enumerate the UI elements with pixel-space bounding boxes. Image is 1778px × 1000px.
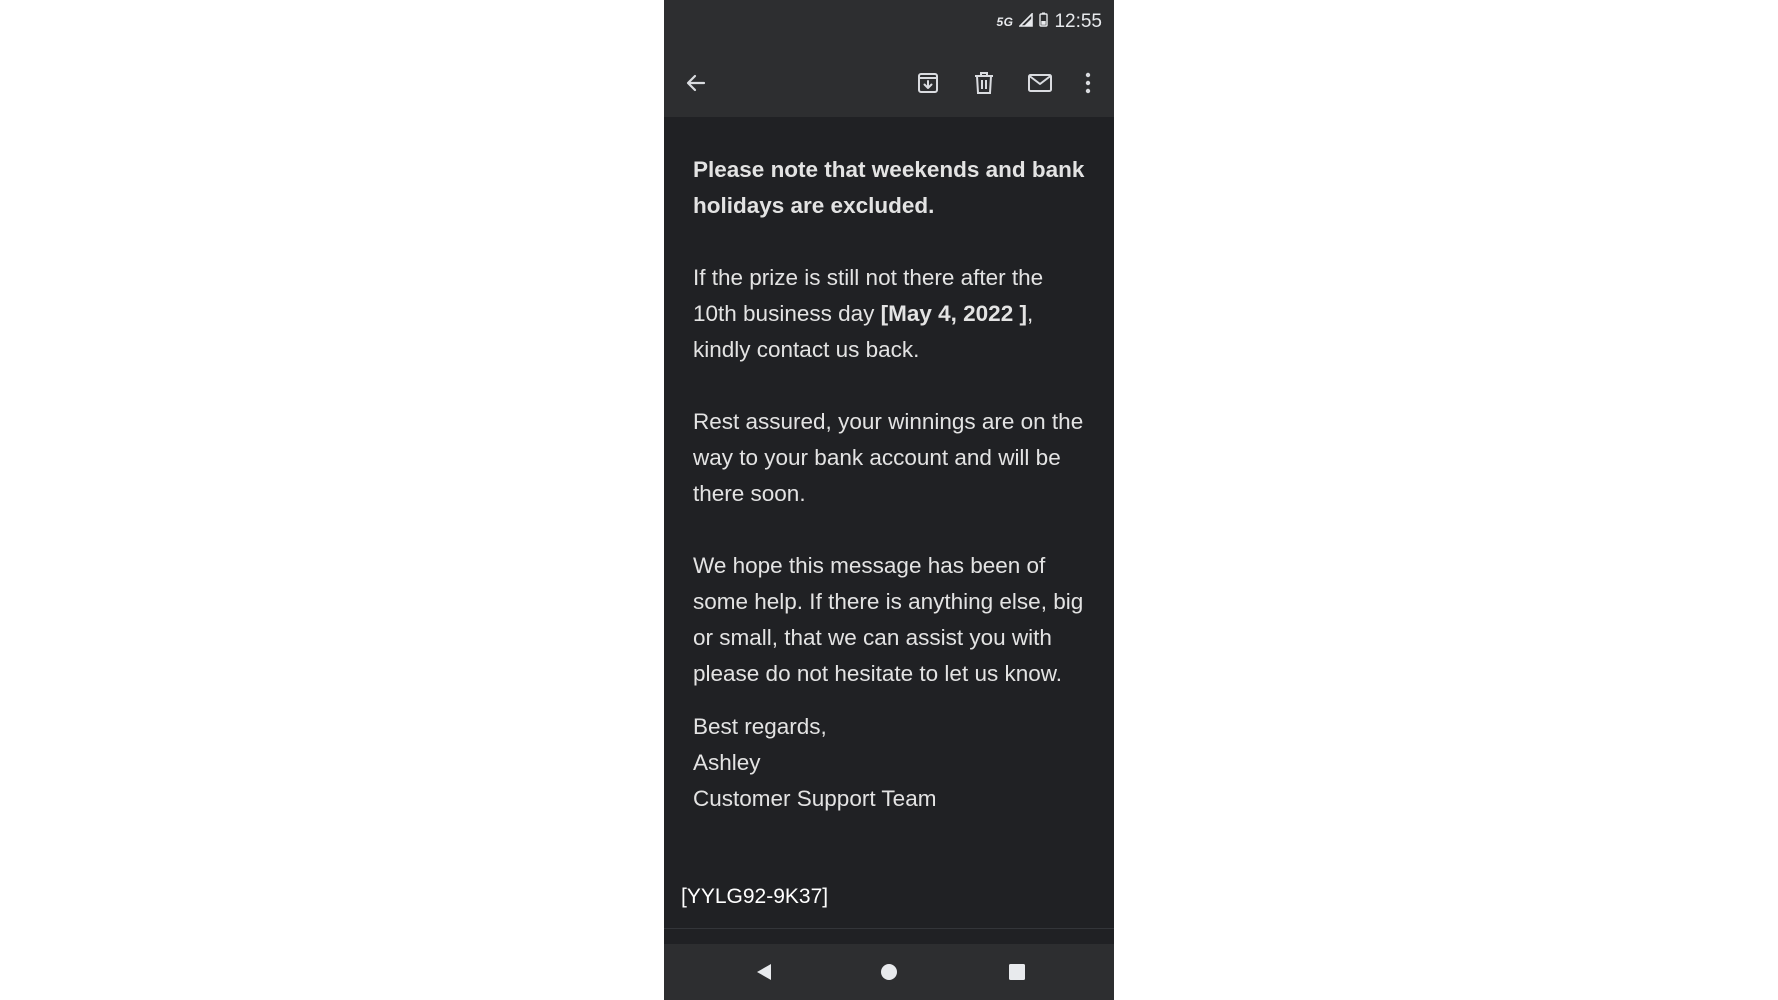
delete-button[interactable] xyxy=(968,67,1000,99)
email-signature-team: Customer Support Team xyxy=(693,786,937,811)
nav-back-button[interactable] xyxy=(748,956,780,988)
email-signoff: Best regards, xyxy=(693,714,827,739)
square-recents-icon xyxy=(1009,964,1025,980)
archive-button[interactable] xyxy=(912,67,944,99)
nav-home-button[interactable] xyxy=(873,956,905,988)
email-toolbar xyxy=(664,50,1114,117)
nav-recents-button[interactable] xyxy=(1001,956,1033,988)
prize-date: [May 4, 2022 ] xyxy=(880,301,1027,326)
more-vertical-icon xyxy=(1085,72,1091,94)
signal-icon xyxy=(1018,11,1034,33)
email-signature-name: Ashley xyxy=(693,750,761,775)
back-button[interactable] xyxy=(680,67,712,99)
arrow-left-icon xyxy=(686,74,706,92)
status-bar: 5G 12:55 xyxy=(664,0,1114,50)
circle-home-icon xyxy=(881,964,897,980)
clock: 12:55 xyxy=(1054,11,1102,32)
email-reference-code: [YYLG92-9K37] xyxy=(681,885,829,908)
system-nav-bar xyxy=(664,944,1114,1000)
email-paragraph-prize: If the prize is still not there after th… xyxy=(693,260,1093,368)
email-body: Please note that weekends and bank holid… xyxy=(693,152,1093,817)
trash-icon xyxy=(975,72,993,94)
mail-icon xyxy=(1028,74,1052,92)
phone-screen: 5G 12:55 Please note that weekends and b xyxy=(664,0,1114,1000)
network-type: 5G xyxy=(996,15,1014,29)
divider xyxy=(664,928,1114,929)
triangle-back-icon xyxy=(757,964,771,980)
archive-icon xyxy=(918,73,938,93)
battery-icon xyxy=(1039,11,1049,33)
email-paragraph-assurance: Rest assured, your winnings are on the w… xyxy=(693,409,1084,506)
status-indicators: 5G 12:55 xyxy=(996,11,1102,33)
mark-unread-button[interactable] xyxy=(1024,67,1056,99)
more-options-button[interactable] xyxy=(1072,67,1104,99)
email-paragraph-help: We hope this message has been of some he… xyxy=(693,553,1084,686)
email-paragraph-notice: Please note that weekends and bank holid… xyxy=(693,157,1085,218)
